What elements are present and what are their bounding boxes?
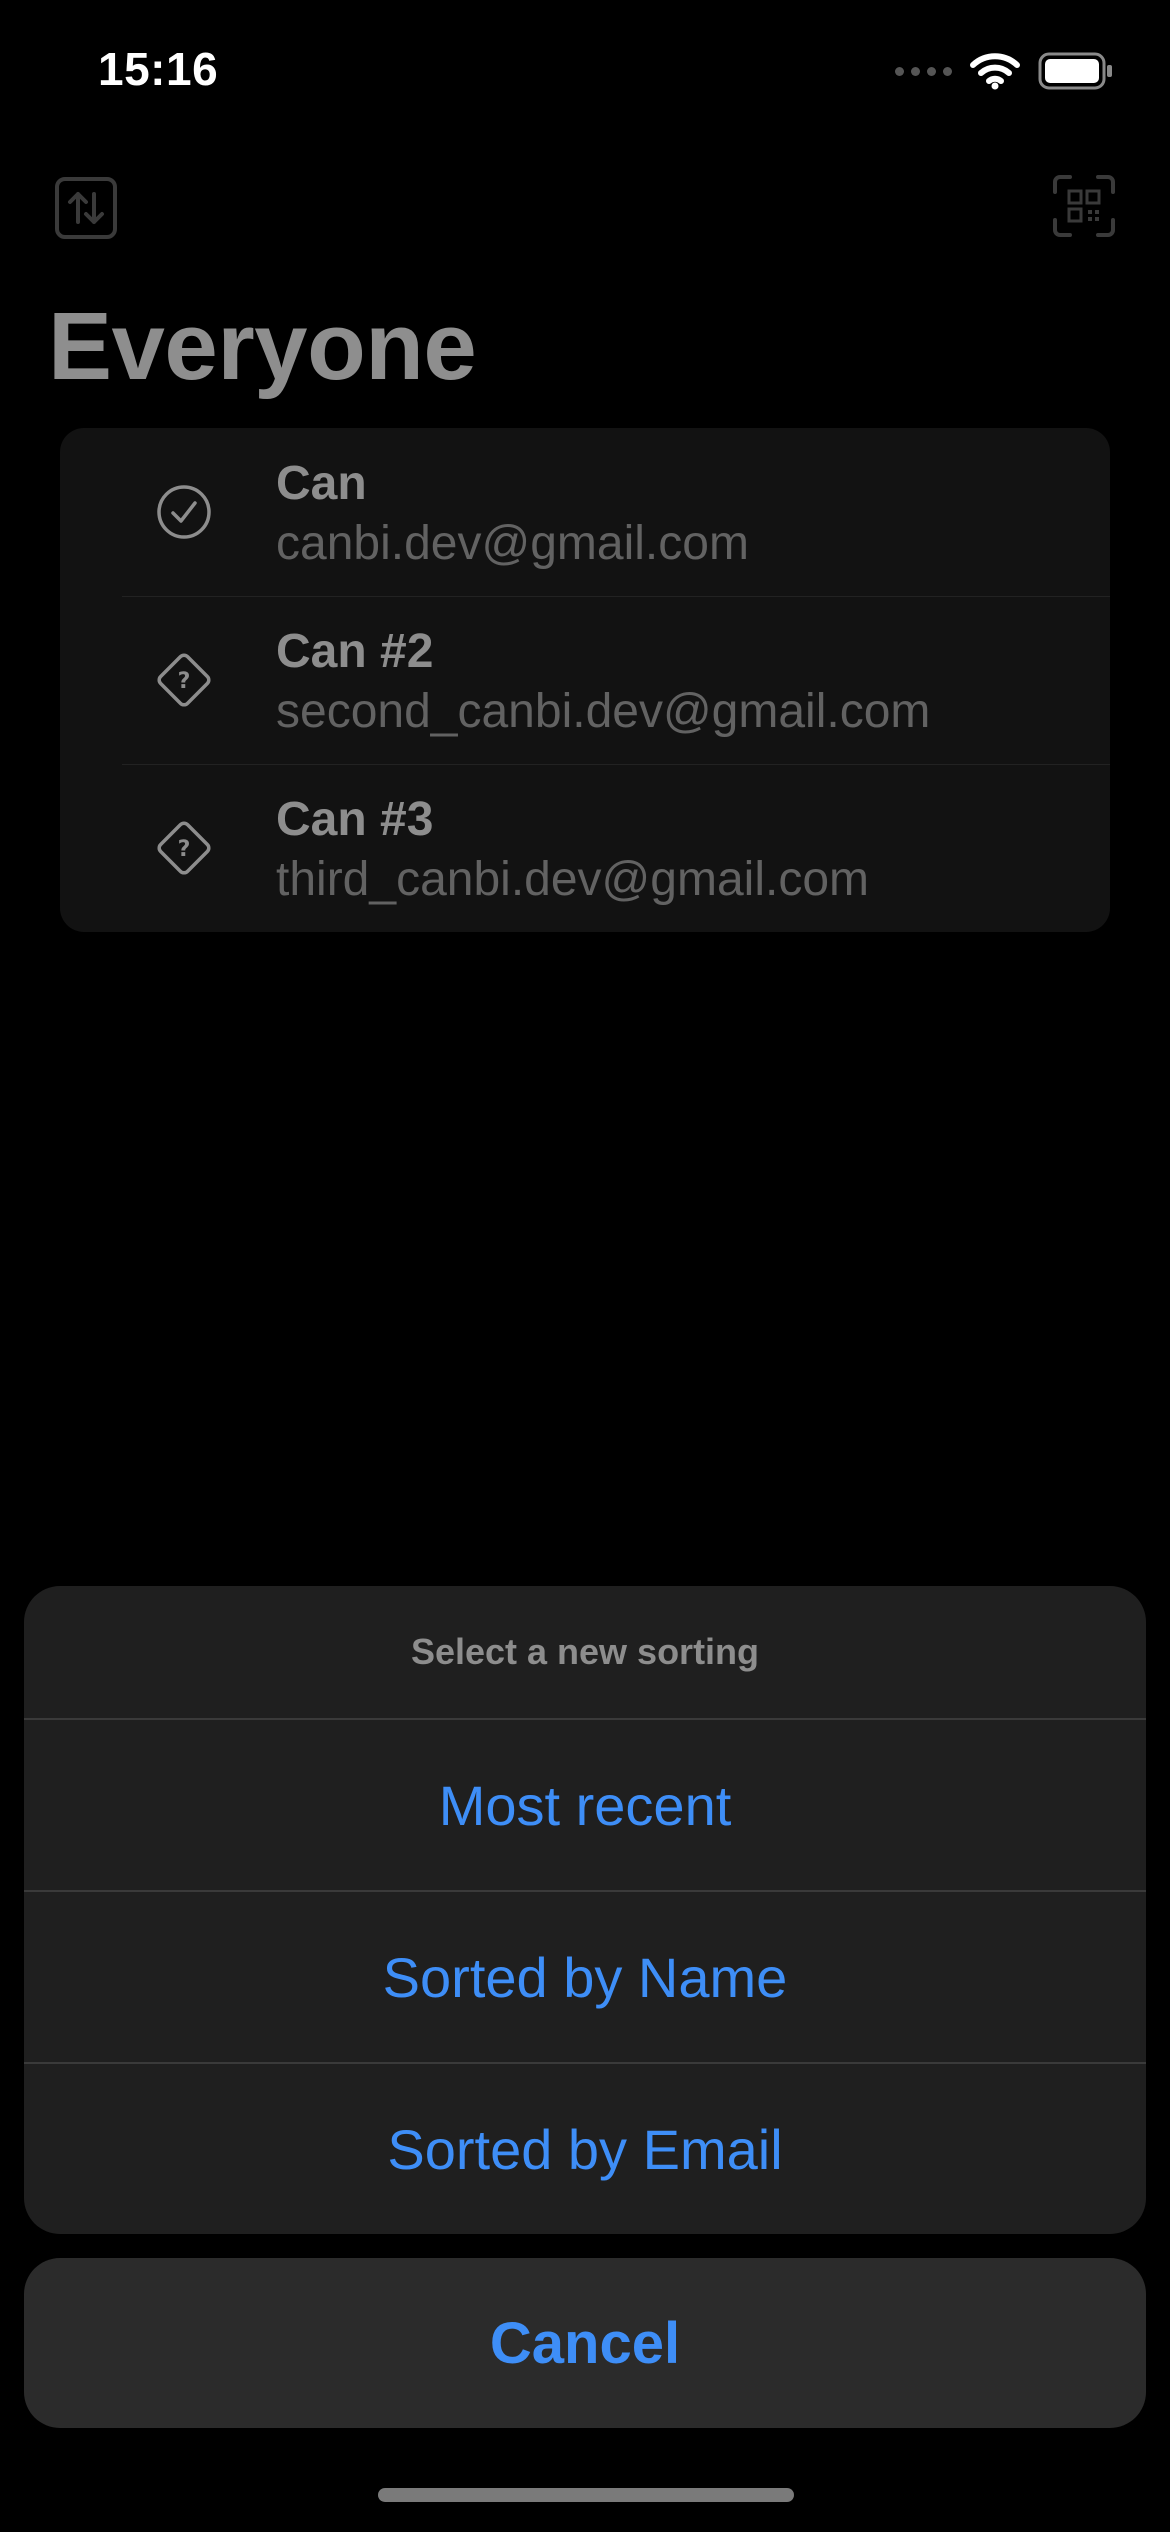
svg-text:?: ? (178, 669, 191, 694)
checkmark-circle-icon (157, 485, 211, 539)
arrows-up-down-icon[interactable] (54, 176, 118, 240)
svg-text:?: ? (178, 837, 191, 862)
sort-by-name-button[interactable]: Sorted by Name (24, 1890, 1146, 2062)
user-row[interactable]: ? Can #2 second_canbi.dev@gmail.com (60, 596, 1110, 764)
sort-most-recent-button[interactable]: Most recent (24, 1718, 1146, 1890)
user-row[interactable]: Can canbi.dev@gmail.com (60, 428, 1110, 596)
user-name: Can #2 (276, 625, 434, 678)
sort-by-email-button[interactable]: Sorted by Email (24, 2062, 1146, 2234)
sorting-action-sheet: Select a new sorting Most recent Sorted … (24, 1586, 1146, 2234)
qr-code-scan-icon[interactable] (1052, 174, 1116, 238)
user-list: Can canbi.dev@gmail.com ? Can #2 second_… (60, 428, 1110, 932)
user-row[interactable]: ? Can #3 third_canbi.dev@gmail.com (60, 764, 1110, 932)
question-diamond-icon: ? (157, 653, 211, 707)
cancel-button[interactable]: Cancel (24, 2258, 1146, 2428)
screen: 15:16 Everyone Can canbi.dev@gmail.com ?… (0, 0, 1170, 2532)
user-email: third_canbi.dev@gmail.com (276, 853, 869, 906)
user-name: Can (276, 457, 367, 510)
question-diamond-icon: ? (157, 821, 211, 875)
user-email: canbi.dev@gmail.com (276, 517, 749, 570)
action-sheet-title: Select a new sorting (410, 1631, 760, 1672)
home-indicator[interactable] (378, 2488, 794, 2502)
page-title: Everyone (48, 293, 477, 400)
user-name: Can #3 (276, 793, 434, 846)
user-email: second_canbi.dev@gmail.com (276, 685, 931, 738)
